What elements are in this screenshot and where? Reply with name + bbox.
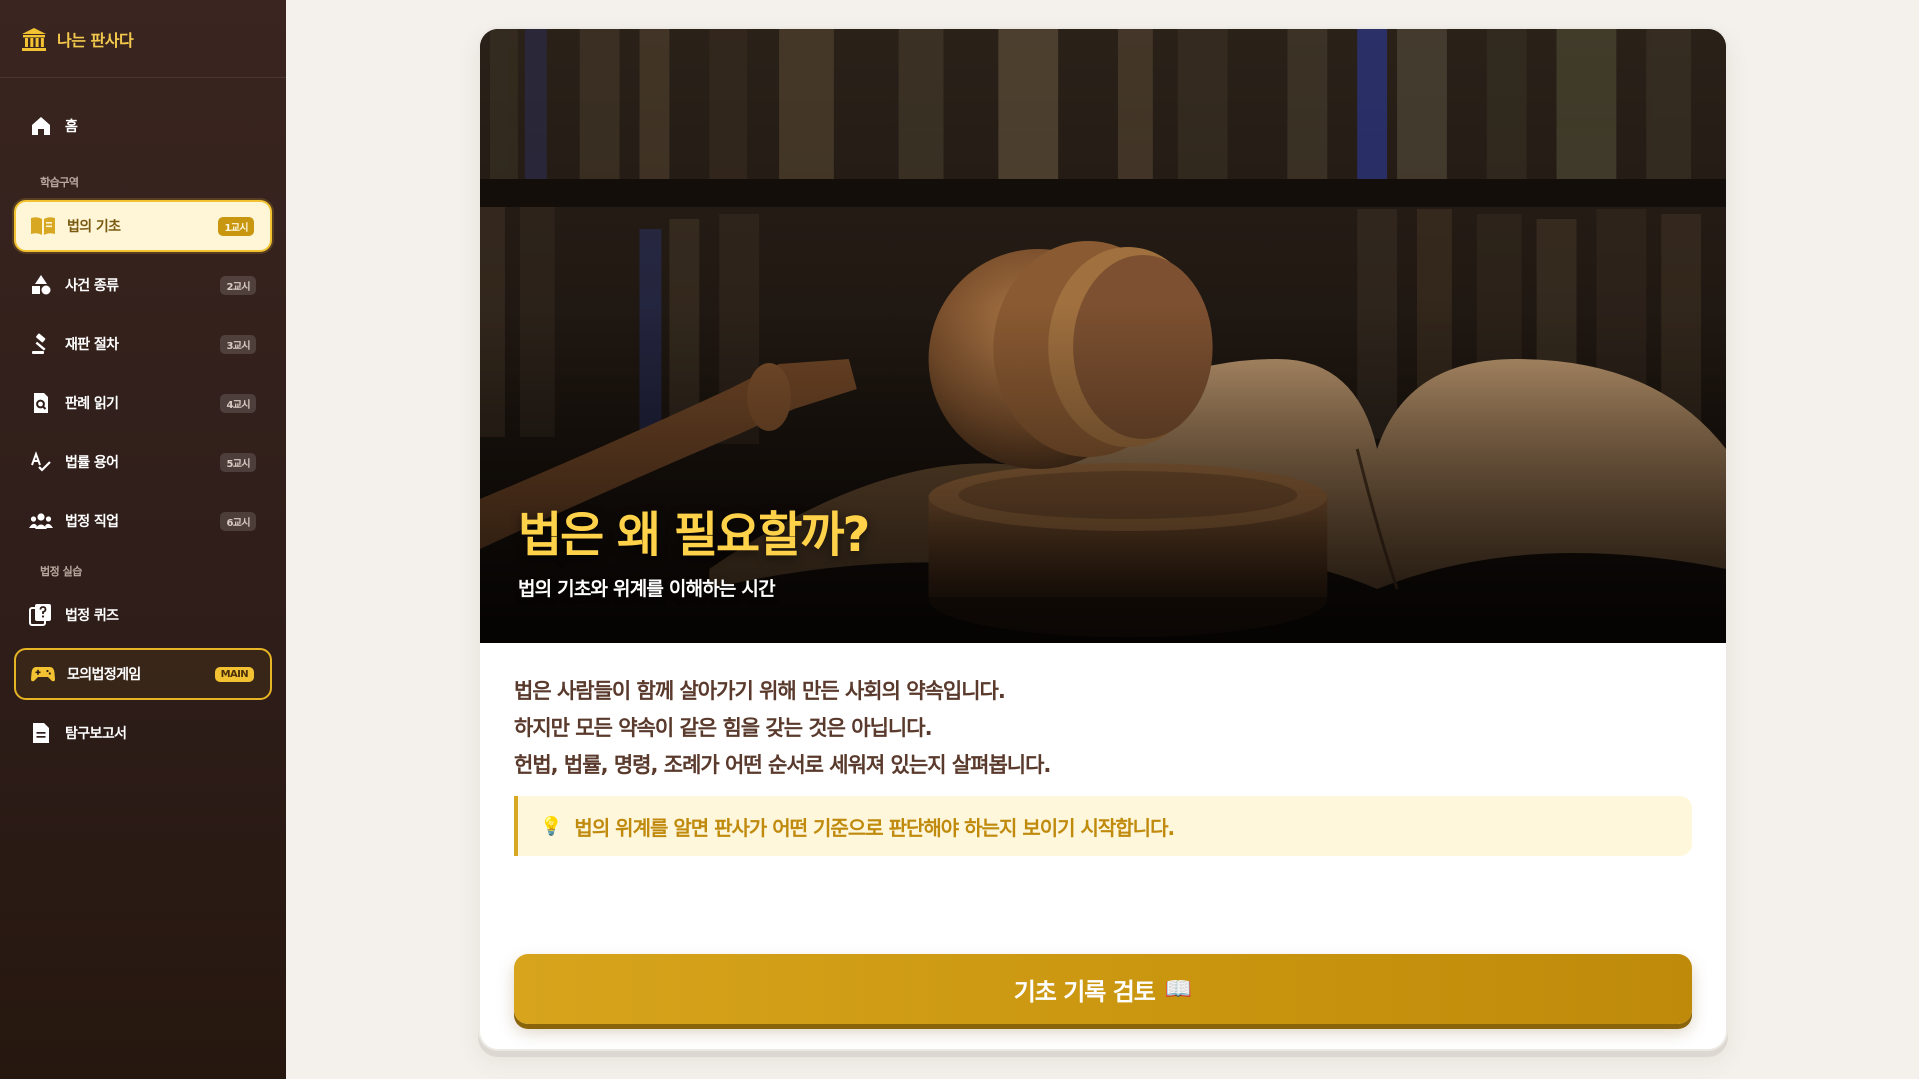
lesson-badge: 1교시 <box>218 216 254 236</box>
lesson-badge: 6교시 <box>220 511 256 531</box>
lesson-badge: 3교시 <box>220 334 256 354</box>
sidebar-item-label: 법정 직업 <box>65 514 119 530</box>
sidebar-item-home[interactable]: 홈 <box>14 100 272 152</box>
sidebar-nav: 홈 학습구역 법의 기초 1교시 사건 종류 2교시 재판 절차 3교시 판례 … <box>0 100 286 759</box>
lesson-title: 법은 왜 필요할까? <box>518 507 870 563</box>
sidebar-item-law-basics[interactable]: 법의 기초 1교시 <box>14 200 272 252</box>
sidebar-item-label: 법의 기초 <box>67 219 121 235</box>
tip-callout: 💡 법의 위계를 알면 판사가 어떤 기준으로 판단해야 하는지 보이기 시작합… <box>514 796 1692 856</box>
brand-name: 나는 판사다 <box>57 30 134 50</box>
sidebar-item-court-jobs[interactable]: 법정 직업 6교시 <box>14 495 272 547</box>
sidebar-item-research-report[interactable]: 탐구보고서 <box>14 707 272 759</box>
lightbulb-icon: 💡 <box>540 815 563 837</box>
document-search-icon <box>28 390 54 416</box>
sidebar-item-label: 홈 <box>65 119 78 135</box>
review-basics-button[interactable]: 기초 기록 검토 📖 <box>514 954 1692 1024</box>
sidebar-item-case-types[interactable]: 사건 종류 2교시 <box>14 259 272 311</box>
shapes-icon <box>28 272 54 298</box>
main-badge: MAIN <box>214 666 254 682</box>
lesson-badge: 4교시 <box>220 393 256 413</box>
sidebar-item-label: 탐구보고서 <box>65 726 127 742</box>
quiz-icon <box>28 602 54 628</box>
book-open-icon <box>30 213 56 239</box>
sidebar-item-label: 법률 용어 <box>65 455 119 471</box>
courthouse-icon <box>20 25 48 53</box>
lesson-subtitle: 법의 기초와 위계를 이해하는 시간 <box>518 578 776 600</box>
sidebar-item-label: 모의법정게임 <box>67 667 141 683</box>
sidebar-item-label: 재판 절차 <box>65 337 119 353</box>
report-icon <box>28 720 54 746</box>
sidebar-item-trial-procedure[interactable]: 재판 절차 3교시 <box>14 318 272 370</box>
sidebar-item-label: 사건 종류 <box>65 278 119 294</box>
tip-text: 법의 위계를 알면 판사가 어떤 기준으로 판단해야 하는지 보이기 시작합니다… <box>574 815 1175 840</box>
sidebar: 나는 판사다 홈 학습구역 법의 기초 1교시 사건 종류 2교시 재판 절차 … <box>0 0 286 1079</box>
brand[interactable]: 나는 판사다 <box>0 0 286 78</box>
section-label-learn: 학습구역 <box>40 176 79 189</box>
people-icon <box>28 508 54 534</box>
lesson-paragraph: 법은 사람들이 함께 살아가기 위해 만든 사회의 약속입니다. <box>514 679 1006 703</box>
home-icon <box>28 113 54 139</box>
sidebar-item-read-precedents[interactable]: 판례 읽기 4교시 <box>14 377 272 429</box>
lesson-badge: 5교시 <box>220 452 256 472</box>
sidebar-item-legal-terms[interactable]: 법률 용어 5교시 <box>14 436 272 488</box>
lesson-card: 법은 왜 필요할까? 법의 기초와 위계를 이해하는 시간 법은 사람들이 함께… <box>478 27 1728 1051</box>
lesson-paragraph: 하지만 모든 약속이 같은 힘을 갖는 것은 아닙니다. <box>514 716 933 740</box>
review-basics-label: 기초 기록 검토 <box>1013 977 1156 1006</box>
section-label-practice: 법정 실습 <box>40 565 82 578</box>
gamepad-icon <box>30 661 56 687</box>
lesson-body: 법은 사람들이 함께 살아가기 위해 만든 사회의 약속입니다. 하지만 모든 … <box>480 643 1726 856</box>
sidebar-item-label: 법정 퀴즈 <box>65 608 119 624</box>
sidebar-item-court-quiz[interactable]: 법정 퀴즈 <box>14 589 272 641</box>
book-icon: 📖 <box>1164 976 1193 1002</box>
hero-banner: 법은 왜 필요할까? 법의 기초와 위계를 이해하는 시간 <box>480 29 1726 643</box>
lesson-badge: 2교시 <box>220 275 256 295</box>
spellcheck-icon <box>28 449 54 475</box>
sidebar-item-label: 판례 읽기 <box>65 396 119 412</box>
lesson-paragraph: 헌법, 법률, 명령, 조례가 어떤 순서로 세워져 있는지 살펴봅니다. <box>514 753 1051 777</box>
sidebar-item-mock-trial-game[interactable]: 모의법정게임 MAIN <box>14 648 272 700</box>
gavel-icon <box>28 331 54 357</box>
